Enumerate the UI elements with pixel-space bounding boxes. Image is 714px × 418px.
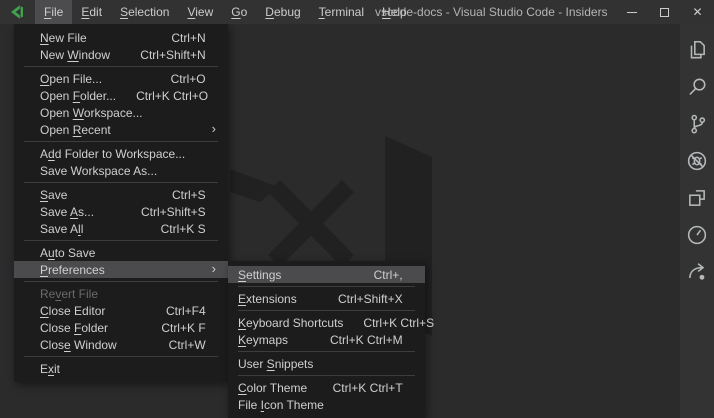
menu-separator [24,141,218,142]
menu-item-close-folder[interactable]: Close Folder Ctrl+K F › [14,319,228,336]
window-title: vscode-docs - Visual Studio Code - Insid… [375,0,608,24]
menu-item-close-editor[interactable]: Close Editor Ctrl+F4 › [14,302,228,319]
preferences-submenu: Settings Ctrl+, › Extensions Ctrl+Shift+… [228,261,425,418]
submenu-item-settings[interactable]: Settings Ctrl+, › [228,266,425,283]
menu-separator [24,66,218,67]
menu-item-new-file[interactable]: New File Ctrl+N › [14,29,228,46]
menu-item-close-window[interactable]: Close Window Ctrl+W › [14,336,228,353]
forward-arrow-icon[interactable] [680,253,714,290]
explorer-icon[interactable] [680,31,714,68]
menubar-item-view[interactable]: View [178,0,222,24]
minimize-button[interactable] [615,0,648,24]
menubar-item-terminal[interactable]: Terminal [310,0,373,24]
submenu-item-keyboard-shortcuts[interactable]: Keyboard Shortcuts Ctrl+K Ctrl+S › [228,314,425,331]
submenu-item-keymaps[interactable]: Keymaps Ctrl+K Ctrl+M › [228,331,425,348]
menu-item-open-folder[interactable]: Open Folder... Ctrl+K Ctrl+O › [14,87,228,104]
menu-item-add-folder-to-workspace[interactable]: Add Folder to Workspace... › [14,145,228,162]
submenu-item-user-snippets[interactable]: User Snippets › [228,355,425,372]
search-icon[interactable] [680,68,714,105]
close-button[interactable]: ✕ [681,0,714,24]
menu-separator [24,281,218,282]
vscode-insiders-logo [9,4,25,20]
title-bar: File Edit Selection View Go Debug Termin… [0,0,714,24]
menu-separator [238,310,415,311]
menu-separator [24,182,218,183]
chevron-right-icon: › [212,262,216,275]
menu-item-save-all[interactable]: Save All Ctrl+K S › [14,220,228,237]
menu-item-auto-save[interactable]: Auto Save › [14,244,228,261]
menu-item-save[interactable]: Save Ctrl+S › [14,186,228,203]
menubar-item-go[interactable]: Go [222,0,256,24]
maximize-icon [660,8,669,17]
source-control-icon[interactable] [680,105,714,142]
menu-separator [238,286,415,287]
file-menu: New File Ctrl+N › New Window Ctrl+Shift+… [14,24,228,382]
menu-item-open-workspace[interactable]: Open Workspace... › [14,104,228,121]
menu-bar: File Edit Selection View Go Debug Termin… [35,0,416,24]
menubar-item-selection[interactable]: Selection [111,0,178,24]
menu-item-new-window[interactable]: New Window Ctrl+Shift+N › [14,46,228,63]
menu-separator [238,375,415,376]
menu-item-exit[interactable]: Exit › [14,360,228,377]
submenu-item-extensions[interactable]: Extensions Ctrl+Shift+X › [228,290,425,307]
menu-item-save-as[interactable]: Save As... Ctrl+Shift+S › [14,203,228,220]
menu-item-open-recent[interactable]: Open Recent › [14,121,228,138]
menu-separator [238,351,415,352]
menu-item-save-workspace-as[interactable]: Save Workspace As... › [14,162,228,179]
menu-item-preferences[interactable]: Preferences › [14,261,228,278]
menu-item-revert-file[interactable]: Revert File › [14,285,228,302]
clock-icon[interactable] [680,216,714,253]
chevron-right-icon: › [212,122,216,135]
vscode-window: File Edit Selection View Go Debug Termin… [0,0,714,418]
menubar-item-edit[interactable]: Edit [72,0,111,24]
close-icon: ✕ [692,6,702,18]
minimize-icon [627,12,637,13]
debug-icon[interactable] [680,142,714,179]
menu-separator [24,240,218,241]
menubar-item-debug[interactable]: Debug [256,0,309,24]
menubar-item-file[interactable]: File [35,0,72,24]
activity-bar [680,24,714,418]
menu-separator [24,356,218,357]
extensions-icon[interactable] [680,179,714,216]
submenu-item-color-theme[interactable]: Color Theme Ctrl+K Ctrl+T › [228,379,425,396]
window-controls: ✕ [615,0,714,24]
maximize-button[interactable] [648,0,681,24]
menu-item-open-file[interactable]: Open File... Ctrl+O › [14,70,228,87]
submenu-item-file-icon-theme[interactable]: File Icon Theme › [228,396,425,413]
